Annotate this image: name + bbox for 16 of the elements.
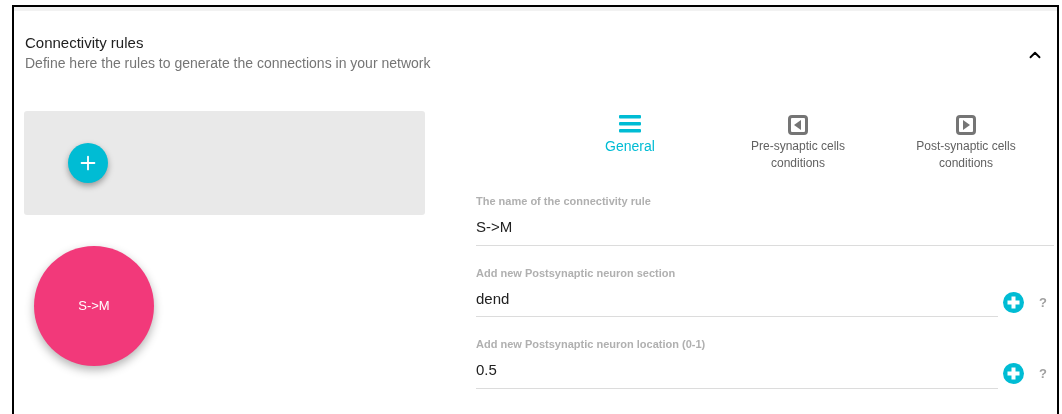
text-field[interactable]: S->M [476,216,1054,246]
add-rule-button[interactable] [68,143,108,183]
panel-title: Connectivity rules [25,33,145,53]
field-label: Add new Postsynaptic neuron location (0-1) [476,337,707,351]
left-arrow-box-icon [788,115,808,135]
menu-icon [619,115,641,133]
field-label: The name of the connectivity rule [476,194,652,208]
tab[interactable]: Pre-synaptic cells conditions [714,115,882,172]
add-icon[interactable] [1003,363,1024,385]
field-label: Add new Postsynaptic neuron section [476,265,677,280]
panel-subtitle: Define here the rules to generate the connections in your network [25,54,431,73]
tab[interactable]: Post-synaptic cells conditions [882,115,1050,172]
text-field[interactable]: 0.5 [476,359,998,389]
right-arrow-box-icon [956,115,976,135]
add-icon[interactable] [1003,291,1024,313]
text-field[interactable]: dend [476,287,998,317]
